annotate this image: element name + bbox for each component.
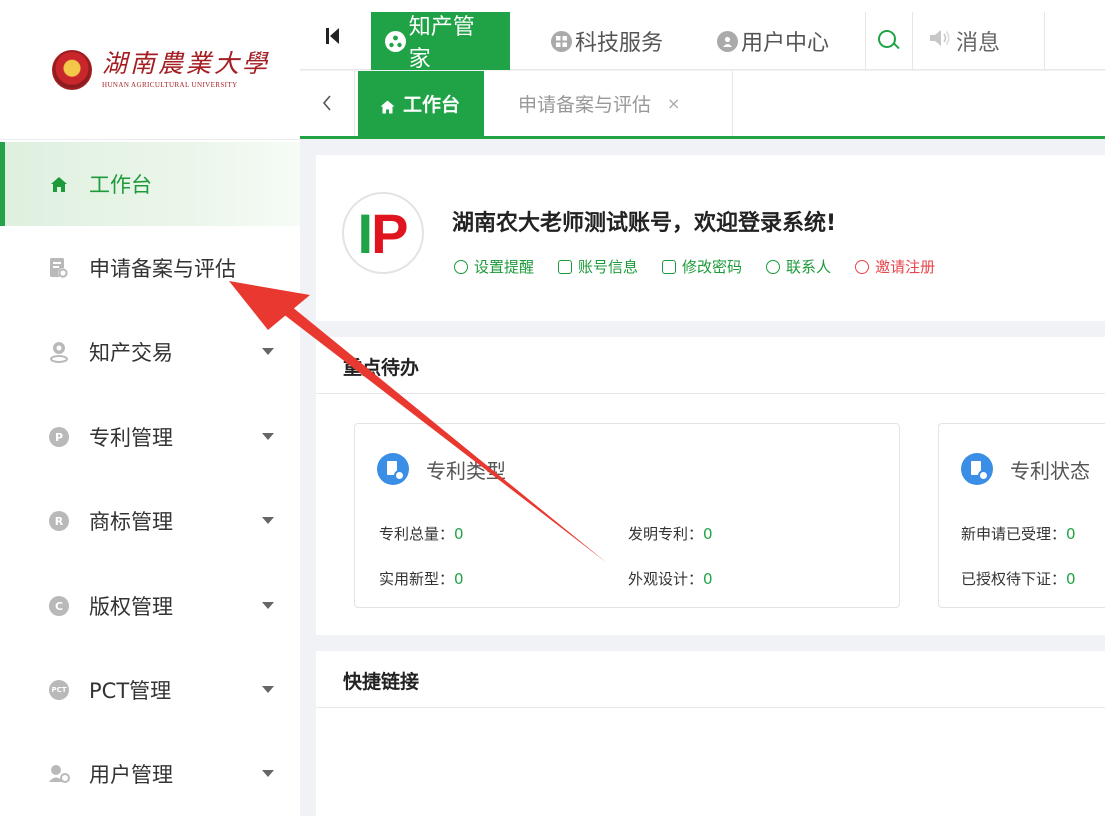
grid-icon <box>551 30 572 52</box>
edit-icon <box>662 259 677 274</box>
university-seal-icon <box>52 49 92 90</box>
page-tab-filing-evaluation[interactable]: 申请备案与评估 × <box>496 71 702 136</box>
sidebar-item-label: 版权管理 <box>89 595 173 619</box>
p-circle-icon: P <box>48 426 70 448</box>
home-icon <box>48 173 70 195</box>
document-icon <box>961 453 993 485</box>
contacts-icon <box>766 259 781 274</box>
page-tab-label: 工作台 <box>403 94 461 116</box>
change-password-link[interactable]: 修改密码 <box>662 256 742 277</box>
document-icon <box>48 257 70 279</box>
stat-box-title: 专利状态 <box>1010 458 1090 483</box>
sidebar: 湖南農業大學 HUNAN AGRICULTURAL UNIVERSITY 工作台… <box>0 0 300 816</box>
top-tab-user-center[interactable]: 用户中心 <box>703 12 843 70</box>
account-info-icon <box>558 259 573 274</box>
stat-new-accepted[interactable]: 新申请已受理：0 <box>961 523 1076 544</box>
key-todo-card: 重点待办 专利类型 专利总量：0 发明专利：0 实用新型：0 外观设计：0 专利… <box>316 337 1105 635</box>
chevron-down-icon <box>262 602 274 609</box>
stat-box-title: 专利类型 <box>426 458 506 483</box>
account-info-link[interactable]: 账号信息 <box>558 256 638 277</box>
sidebar-item-patent-management[interactable]: P 专利管理 <box>0 395 300 479</box>
stat-granted-pending-cert[interactable]: 已授权待下证：0 <box>961 568 1076 589</box>
patent-type-box: 专利类型 专利总量：0 发明专利：0 实用新型：0 外观设计：0 <box>354 423 900 608</box>
top-tab-label: 知产管家 <box>408 15 475 72</box>
sidebar-item-filing-evaluation[interactable]: 申请备案与评估 <box>0 226 300 310</box>
speaker-icon <box>928 28 952 54</box>
invite-icon <box>855 259 870 274</box>
user-icon <box>717 30 738 52</box>
account-quick-actions: 设置提醒 账号信息 修改密码 联系人 邀请注册 <box>454 256 959 277</box>
invite-register-link[interactable]: 邀请注册 <box>855 256 935 277</box>
logo-chinese-name: 湖南農業大學 <box>102 49 271 78</box>
c-circle-icon: C <box>48 595 70 617</box>
settings-icon <box>454 259 468 274</box>
stat-utility-models[interactable]: 实用新型：0 <box>379 568 464 589</box>
quick-links-card: 快捷链接 <box>316 651 1105 816</box>
users-icon <box>48 763 70 785</box>
contacts-link[interactable]: 联系人 <box>766 256 831 277</box>
page-tab-workbench[interactable]: 工作台 <box>358 71 485 136</box>
chevron-down-icon <box>262 770 274 777</box>
sidebar-item-label: 用户管理 <box>89 763 173 787</box>
sidebar-item-trademark-management[interactable]: R 商标管理 <box>0 479 300 563</box>
university-logo[interactable]: 湖南農業大學 HUNAN AGRICULTURAL UNIVERSITY <box>0 0 300 140</box>
top-tab-label: 科技服务 <box>575 31 664 56</box>
r-circle-icon: R <box>48 510 70 532</box>
card-title: 重点待办 <box>343 357 420 379</box>
top-tab-ip-steward[interactable]: 知产管家 <box>371 12 510 72</box>
network-icon <box>385 30 406 52</box>
chevron-down-icon <box>262 348 274 355</box>
sidebar-item-ip-trading[interactable]: 知产交易 <box>0 310 300 394</box>
home-icon <box>380 97 395 113</box>
top-nav-bar: 知产管家 科技服务 用户中心 消息 <box>300 0 1105 72</box>
page-tab-label: 申请备案与评估 <box>518 94 652 116</box>
close-icon[interactable]: × <box>667 94 680 113</box>
page-tabs-bar: 工作台 申请备案与评估 × <box>300 71 1105 139</box>
stat-invention-patents[interactable]: 发明专利：0 <box>628 523 713 544</box>
sidebar-item-workbench[interactable]: 工作台 <box>0 142 300 226</box>
stat-design-patents[interactable]: 外观设计：0 <box>628 568 713 589</box>
patent-status-box: 专利状态 新申请已受理：0 已授权待下证：0 <box>938 423 1105 608</box>
welcome-title: 湖南农大老师测试账号，欢迎登录系统! <box>452 211 837 236</box>
logo-english-name: HUNAN AGRICULTURAL UNIVERSITY <box>102 81 238 89</box>
chevron-down-icon <box>262 517 274 524</box>
sidebar-item-label: 商标管理 <box>89 510 173 534</box>
chevron-down-icon <box>262 686 274 693</box>
welcome-card: IP 湖南农大老师测试账号，欢迎登录系统! 设置提醒 账号信息 修改密码 联系人… <box>316 155 1105 321</box>
chevron-down-icon <box>262 433 274 440</box>
messages-label: 消息 <box>956 31 1001 56</box>
sidebar-item-user-management[interactable]: 用户管理 <box>0 732 300 816</box>
sidebar-item-label: 申请备案与评估 <box>89 257 236 281</box>
sidebar-item-label: 工作台 <box>89 173 152 197</box>
document-icon <box>377 453 409 485</box>
sidebar-item-copyright-management[interactable]: C 版权管理 <box>0 564 300 648</box>
stat-total-patents[interactable]: 专利总量：0 <box>379 523 464 544</box>
top-tab-label: 用户中心 <box>741 31 830 56</box>
pct-circle-icon: PCT <box>48 679 70 701</box>
sidebar-item-label: PCT管理 <box>89 679 172 703</box>
search-icon[interactable] <box>878 30 896 48</box>
settings-reminder-link[interactable]: 设置提醒 <box>454 256 534 277</box>
top-tab-tech-service[interactable]: 科技服务 <box>537 12 677 70</box>
avatar[interactable]: IP <box>342 192 424 274</box>
chevron-left-icon[interactable] <box>322 94 332 117</box>
sidebar-item-label: 知产交易 <box>89 341 173 365</box>
card-title: 快捷链接 <box>343 671 420 693</box>
collapse-sidebar-icon[interactable] <box>326 27 340 50</box>
user-pin-icon <box>48 341 70 363</box>
messages-button[interactable]: 消息 <box>928 12 1000 70</box>
sidebar-item-label: 专利管理 <box>89 426 173 450</box>
sidebar-item-pct-management[interactable]: PCT PCT管理 <box>0 648 300 732</box>
